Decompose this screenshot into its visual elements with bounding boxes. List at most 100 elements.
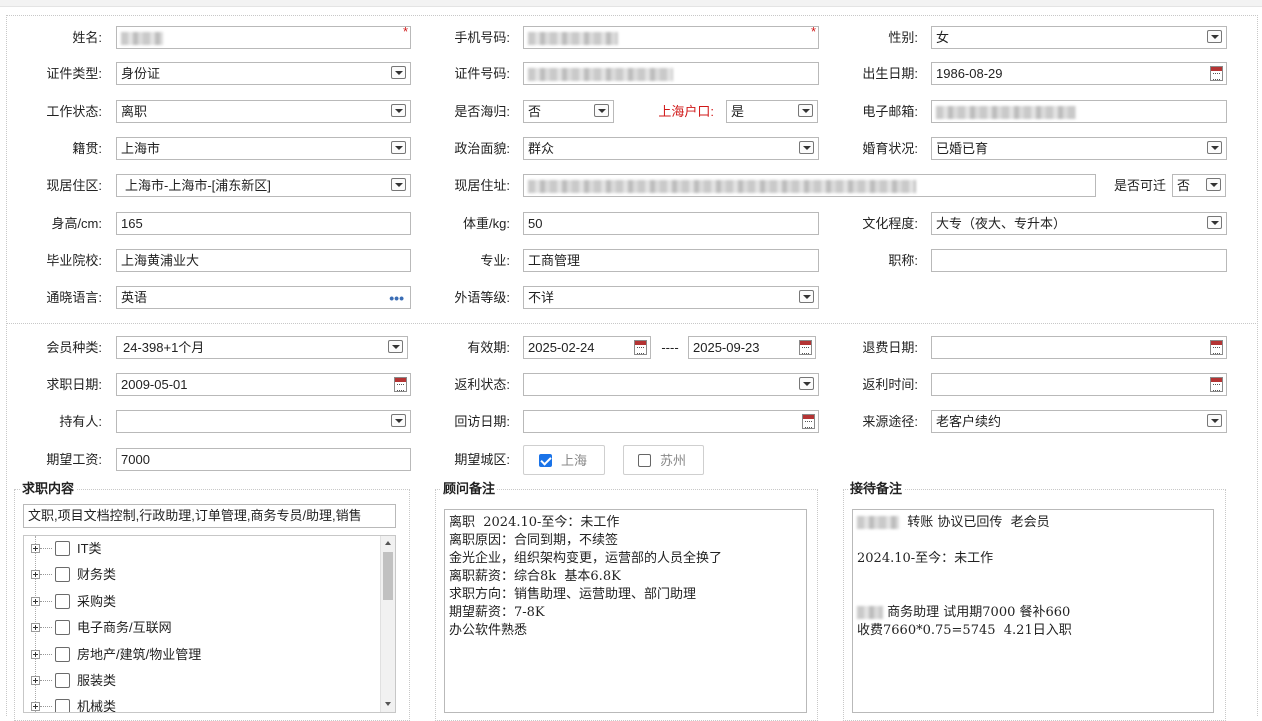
chevron-down-icon[interactable] — [1206, 178, 1221, 191]
scroll-up-icon[interactable] — [385, 541, 391, 545]
rebate-time-field[interactable] — [931, 373, 1227, 396]
checkbox-icon[interactable] — [638, 454, 651, 467]
tree-item[interactable]: 财务类 — [24, 565, 384, 585]
major-field[interactable]: 工商管理 — [523, 249, 819, 272]
id-number-field[interactable] — [523, 62, 819, 85]
chevron-down-icon[interactable] — [391, 414, 406, 427]
education-select[interactable]: 大专（夜大、专升本） — [931, 212, 1227, 235]
tree-item[interactable]: IT类 — [24, 539, 384, 559]
chevron-down-icon[interactable] — [391, 141, 406, 154]
expand-icon[interactable] — [31, 623, 40, 632]
chevron-down-icon[interactable] — [1207, 414, 1222, 427]
advisor-notes-textarea[interactable]: 离职 2024.10-至今：未工作 离职原因：合同到期，不续签 金光企业，组织架构变… — [444, 509, 807, 713]
source-select[interactable]: 老客户续约 — [931, 410, 1227, 433]
scroll-down-icon[interactable] — [385, 702, 391, 706]
checkbox-icon[interactable] — [55, 647, 70, 662]
school-field[interactable]: 上海黄浦业大 — [116, 249, 411, 272]
tree-item[interactable]: 机械类 — [24, 697, 384, 712]
masked-email — [936, 106, 1076, 120]
language-field[interactable]: 英语 ••• — [116, 286, 411, 309]
weight-field[interactable]: 50 — [523, 212, 819, 235]
relocatable-select[interactable]: 否 — [1172, 174, 1226, 197]
calendar-icon[interactable] — [799, 340, 812, 355]
chevron-down-icon[interactable] — [799, 141, 814, 154]
checkbox-icon[interactable] — [55, 620, 70, 635]
refund-date-field[interactable] — [931, 336, 1227, 359]
expand-icon[interactable] — [31, 544, 40, 553]
label-residence-area: 现居住区: — [46, 178, 102, 193]
title-field[interactable] — [931, 249, 1227, 272]
city-option-suzhou[interactable]: 苏州 — [623, 445, 704, 475]
chevron-down-icon[interactable] — [799, 377, 814, 390]
height-field[interactable]: 165 — [116, 212, 411, 235]
chevron-down-icon[interactable] — [391, 178, 406, 191]
calendar-icon[interactable] — [634, 340, 647, 355]
chevron-down-icon[interactable] — [1207, 141, 1222, 154]
weight-value: 50 — [528, 216, 543, 231]
masked-name — [121, 32, 163, 46]
chevron-down-icon[interactable] — [391, 66, 406, 79]
tree-connector — [40, 574, 52, 575]
name-field[interactable]: * — [116, 26, 411, 49]
member-type-select[interactable]: 24-398+1个月 — [116, 336, 408, 359]
marital-select[interactable]: 已婚已育 — [931, 137, 1227, 160]
checkbox-icon[interactable] — [55, 594, 70, 609]
overseas-select[interactable]: 否 — [523, 100, 614, 123]
holder-select[interactable] — [116, 410, 411, 433]
tree-item[interactable]: 房地产/建筑/物业管理 — [24, 645, 384, 665]
validity-end-field[interactable]: 2025-09-23 — [688, 336, 816, 359]
tree-item[interactable]: 采购类 — [24, 592, 384, 612]
checkbox-icon[interactable] — [55, 541, 70, 556]
expand-icon[interactable] — [31, 570, 40, 579]
job-content-selected-field[interactable]: 文职,项目文档控制,行政助理,订单管理,商务专员/助理,销售 — [23, 504, 396, 528]
label-revisit-date: 回访日期: — [454, 414, 510, 429]
residence-area-select[interactable]: 上海市-上海市-[浦东新区] — [116, 174, 411, 197]
validity-start-field[interactable]: 2025-02-24 — [523, 336, 651, 359]
checkbox-icon[interactable] — [55, 699, 70, 712]
chevron-down-icon[interactable] — [1207, 30, 1222, 43]
revisit-date-field[interactable] — [523, 410, 819, 433]
calendar-icon[interactable] — [394, 377, 407, 392]
chevron-down-icon[interactable] — [798, 104, 813, 117]
checkbox-icon[interactable] — [55, 567, 70, 582]
tree-scrollbar[interactable] — [380, 536, 395, 712]
birth-date-field[interactable]: 1986-08-29 — [931, 62, 1227, 85]
id-type-select[interactable]: 身份证 — [116, 62, 411, 85]
calendar-icon[interactable] — [1210, 340, 1223, 355]
expand-icon[interactable] — [31, 650, 40, 659]
expand-icon[interactable] — [31, 702, 40, 711]
foreign-level-select[interactable]: 不详 — [523, 286, 819, 309]
calendar-icon[interactable] — [1210, 377, 1223, 392]
calendar-icon[interactable] — [802, 414, 815, 429]
scrollbar-thumb[interactable] — [383, 552, 393, 600]
chevron-down-icon[interactable] — [391, 104, 406, 117]
city-option-shanghai[interactable]: 上海 — [523, 445, 605, 475]
email-field[interactable] — [931, 100, 1227, 123]
residence-address-field[interactable] — [523, 174, 1096, 197]
rebate-status-select[interactable] — [523, 373, 819, 396]
more-options-icon[interactable]: ••• — [389, 289, 404, 307]
expected-salary-field[interactable]: 7000 — [116, 448, 411, 471]
reception-notes-textarea[interactable]: 转账 协议已回传 老会员 2024.10-至今：未工作 商务助理 试用期7000 … — [852, 509, 1214, 713]
job-seek-date-field[interactable]: 2009-05-01 — [116, 373, 411, 396]
tree-item[interactable]: 服装类 — [24, 671, 384, 691]
phone-field[interactable]: * — [523, 26, 819, 49]
tree-item[interactable]: 电子商务/互联网 — [24, 618, 384, 638]
chevron-down-icon[interactable] — [799, 290, 814, 303]
calendar-icon[interactable] — [1210, 66, 1223, 81]
gender-select[interactable]: 女 — [931, 26, 1227, 49]
job-category-tree[interactable]: IT类 财务类 采购类 电子商务/互联网 房地产/建筑/物业管理 服装类 机械类 — [23, 535, 396, 713]
checkbox-icon[interactable] — [55, 673, 70, 688]
chevron-down-icon[interactable] — [388, 340, 403, 353]
native-place-select[interactable]: 上海市 — [116, 137, 411, 160]
expand-icon[interactable] — [31, 597, 40, 606]
work-status-select[interactable]: 离职 — [116, 100, 411, 123]
checkbox-checked-icon[interactable] — [539, 454, 552, 467]
expand-icon[interactable] — [31, 676, 40, 685]
hukou-select[interactable]: 是 — [726, 100, 818, 123]
masked-id-number — [528, 68, 673, 82]
political-select[interactable]: 群众 — [523, 137, 819, 160]
chevron-down-icon[interactable] — [1207, 216, 1222, 229]
label-gender: 性别: — [888, 30, 918, 45]
chevron-down-icon[interactable] — [594, 104, 609, 117]
